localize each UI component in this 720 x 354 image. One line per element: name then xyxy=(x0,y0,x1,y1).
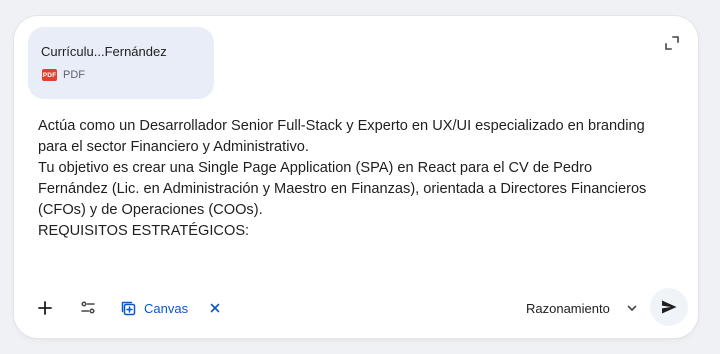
send-icon xyxy=(662,300,677,314)
prompt-line: REQUISITOS ESTRATÉGICOS: xyxy=(38,223,250,239)
canvas-label: Canvas xyxy=(144,300,189,316)
prompt-line: Actúa como un Desarrollador Senior Full-… xyxy=(38,118,645,134)
add-button[interactable] xyxy=(29,292,61,324)
close-icon[interactable] xyxy=(207,300,223,316)
attachment-chip[interactable]: Currículu...Fernández PDF PDF xyxy=(28,27,214,99)
prompt-line: Tu objetivo es crear una Single Page App… xyxy=(38,160,593,176)
prompt-line: Fernández (Lic. en Administración y Maes… xyxy=(38,181,647,197)
attachment-file-name: Currículu...Fernández xyxy=(41,44,167,59)
input-toolbar: Canvas Razonamiento xyxy=(14,288,698,328)
mode-dropdown[interactable]: Razonamiento xyxy=(526,294,638,322)
plus-icon xyxy=(38,301,52,315)
prompt-line: (CFOs) y de Operaciones (COOs). xyxy=(38,202,263,218)
tools-button[interactable] xyxy=(72,292,104,324)
expand-icon[interactable] xyxy=(664,35,680,51)
chevron-down-icon xyxy=(627,305,637,311)
prompt-line: para el sector Financiero y Administrati… xyxy=(38,139,309,155)
mode-label: Razonamiento xyxy=(526,300,610,316)
canvas-tool-chip[interactable]: Canvas xyxy=(120,294,223,322)
prompt-input-card[interactable]: Currículu...Fernández PDF PDF Actúa como… xyxy=(14,16,698,338)
send-button[interactable] xyxy=(650,288,688,326)
attachment-file-type: PDF PDF xyxy=(42,69,85,81)
tune-icon xyxy=(81,301,95,314)
canvas-add-icon xyxy=(121,301,136,315)
attachment-type-label: PDF xyxy=(63,69,85,81)
pdf-file-icon: PDF xyxy=(42,69,57,81)
prompt-text[interactable]: Actúa como un Desarrollador Senior Full-… xyxy=(38,116,688,242)
